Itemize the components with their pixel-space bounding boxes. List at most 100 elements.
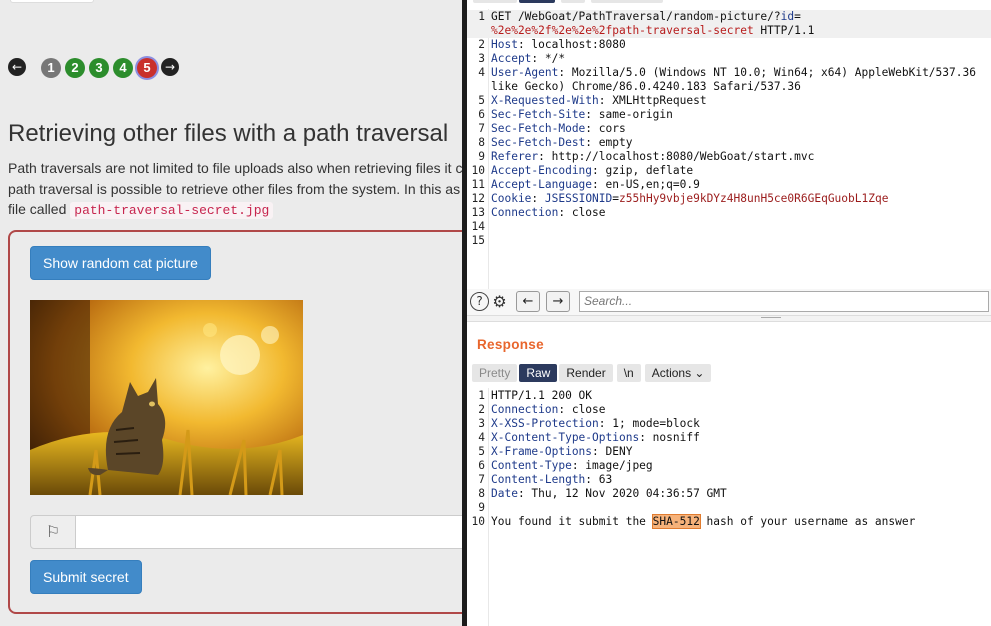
lesson-title: Retrieving other files with a path trave…: [8, 120, 449, 147]
actions-dropdown[interactable]: Actions ⌄: [644, 364, 712, 382]
line-number: 3: [478, 52, 485, 65]
line-segment: %2e%2e%2f%2e%2e%2fpath-traversal-secret: [491, 24, 754, 37]
request-editor[interactable]: 1 GET /WebGoat/PathTraversal/random-pictu…: [467, 10, 991, 248]
highlighted-sha-512: SHA-512: [651, 514, 701, 529]
forward-button[interactable]: →: [546, 291, 570, 312]
request-line: %2e%2e%2f%2e%2e%2fpath-traversal-secret …: [467, 24, 991, 38]
line-number: 15: [471, 234, 485, 247]
next-page-icon[interactable]: →: [161, 58, 179, 76]
line-text: Accept-Encoding: gzip, deflate: [491, 164, 693, 178]
back-button[interactable]: ←: [516, 291, 540, 312]
line-number: 1: [478, 389, 485, 402]
line-text: User-Agent: Mozilla/5.0 (Windows NT 10.0…: [491, 66, 976, 80]
line-segment: : 63: [585, 473, 613, 486]
cat-picture: [30, 300, 303, 495]
header-key: Connection: [491, 403, 559, 416]
submit-secret-button[interactable]: Submit secret: [30, 560, 142, 594]
request-line: like Gecko) Chrome/86.0.4240.183 Safari/…: [467, 80, 991, 94]
line-text: Referer: http://localhost:8080/WebGoat/s…: [491, 150, 814, 164]
page-button-5[interactable]: 5: [137, 58, 157, 78]
settings-icon[interactable]: ⚙: [490, 292, 509, 311]
tab-raw[interactable]: Raw: [519, 364, 558, 382]
line-text: Connection: close: [491, 403, 606, 417]
line-text: Content-Length: 63: [491, 473, 612, 487]
splitter-grip[interactable]: [761, 317, 781, 320]
tab-render[interactable]: Render: [559, 364, 613, 382]
response-line: 5 X-Frame-Options: DENY: [467, 445, 991, 459]
line-text: You found it submit the SHA-512 hash of …: [491, 514, 915, 529]
line-text: Accept-Language: en-US,en;q=0.9: [491, 178, 700, 192]
header-key: X-XSS-Protection: [491, 417, 599, 430]
request-toolbar: ? ⚙ ← → Search...: [467, 289, 991, 315]
line-segment: : close: [558, 206, 606, 219]
page-button-1[interactable]: 1: [41, 58, 61, 78]
search-input[interactable]: Search...: [579, 291, 989, 312]
line-number: 2: [478, 38, 485, 51]
line-text: Date: Thu, 12 Nov 2020 04:36:57 GMT: [491, 487, 727, 501]
header-key: Host: [491, 38, 518, 51]
line-text: Content-Type: image/jpeg: [491, 459, 653, 473]
response-line: 8 Date: Thu, 12 Nov 2020 04:36:57 GMT: [467, 487, 991, 501]
response-tabs: Pretty Raw Render \n Actions ⌄: [472, 364, 712, 382]
line-number: 12: [471, 192, 485, 205]
line-segment: GET /WebGoat/PathTraversal/random-pictur…: [491, 10, 781, 23]
header-key: X-Requested-With: [491, 94, 599, 107]
page-button-4[interactable]: 4: [113, 58, 133, 78]
line-segment: =: [612, 192, 620, 205]
help-icon[interactable]: ?: [470, 292, 489, 311]
line-number: 10: [471, 515, 485, 528]
page-button-2[interactable]: 2: [65, 58, 85, 78]
line-segment: z55hHy9vbje9kDYz4H8unH5ce0R6GEqGuobL1Zqe: [619, 192, 889, 205]
tab-remnant: [561, 0, 585, 3]
lesson-description: Path traversals are not limited to file …: [8, 158, 462, 222]
secret-file-name: path-traversal-secret.jpg: [70, 202, 274, 219]
tab-newline[interactable]: \n: [616, 364, 641, 382]
line-text: X-Requested-With: XMLHttpRequest: [491, 94, 707, 108]
line-text: X-XSS-Protection: 1; mode=block: [491, 417, 700, 431]
response-viewer[interactable]: 1 HTTP/1.1 200 OK 2 Connection: close 3 X-XSS…: [467, 389, 991, 529]
line-number: 8: [478, 136, 485, 149]
page-button-3[interactable]: 3: [89, 58, 109, 78]
request-line: 13 Connection: close: [467, 206, 991, 220]
line-segment: : image/jpeg: [571, 459, 653, 472]
line-segment: : DENY: [592, 445, 633, 458]
tab-remnant-active: [519, 0, 555, 3]
prev-page-icon[interactable]: ←: [8, 58, 26, 76]
line-segment: : nosniff: [639, 431, 700, 444]
line-number: 6: [478, 108, 485, 121]
line-number: 2: [478, 403, 485, 416]
header-key: Content-Type: [491, 459, 572, 472]
secret-input[interactable]: [76, 515, 462, 549]
line-text: Sec-Fetch-Dest: empty: [491, 136, 632, 150]
header-key: Accept: [491, 52, 532, 65]
tab-pretty[interactable]: Pretty: [472, 364, 518, 382]
line-segment: You found it submit the: [491, 515, 653, 528]
line-segment: : empty: [585, 136, 633, 149]
request-line: 12 Cookie: JSESSIONID=z55hHy9vbje9kDYz4H8…: [467, 192, 991, 206]
line-text: like Gecko) Chrome/86.0.4240.183 Safari/…: [491, 80, 801, 94]
line-number: 3: [478, 417, 485, 430]
line-text: HTTP/1.1 200 OK: [491, 389, 592, 403]
line-segment: :: [531, 192, 545, 205]
pane-splitter[interactable]: [467, 315, 991, 322]
tab-remnant: [591, 0, 663, 3]
top-remnant: [10, 0, 94, 3]
line-segment: : 1; mode=block: [598, 417, 700, 430]
lesson-description-text: file called: [8, 201, 67, 217]
line-number: 5: [478, 445, 485, 458]
line-number: 11: [471, 178, 485, 191]
response-line: 7 Content-Length: 63: [467, 473, 991, 487]
line-segment: HTTP/1.1 200 OK: [491, 389, 593, 402]
line-text: Sec-Fetch-Mode: cors: [491, 122, 626, 136]
line-segment: : Mozilla/5.0 (Windows NT 10.0; Win64; x…: [558, 66, 976, 79]
header-key: Referer: [491, 150, 539, 163]
flag-input-group: ⚐: [30, 515, 462, 549]
request-line: 14: [467, 220, 991, 234]
line-segment: : cors: [585, 122, 626, 135]
line-number: 6: [478, 459, 485, 472]
response-line: 2 Connection: close: [467, 403, 991, 417]
line-text: Accept: */*: [491, 52, 565, 66]
header-key: Content-Length: [491, 473, 586, 486]
request-line: 4 User-Agent: Mozilla/5.0 (Windows NT 10.…: [467, 66, 991, 80]
show-cat-picture-button[interactable]: Show random cat picture: [30, 246, 211, 280]
